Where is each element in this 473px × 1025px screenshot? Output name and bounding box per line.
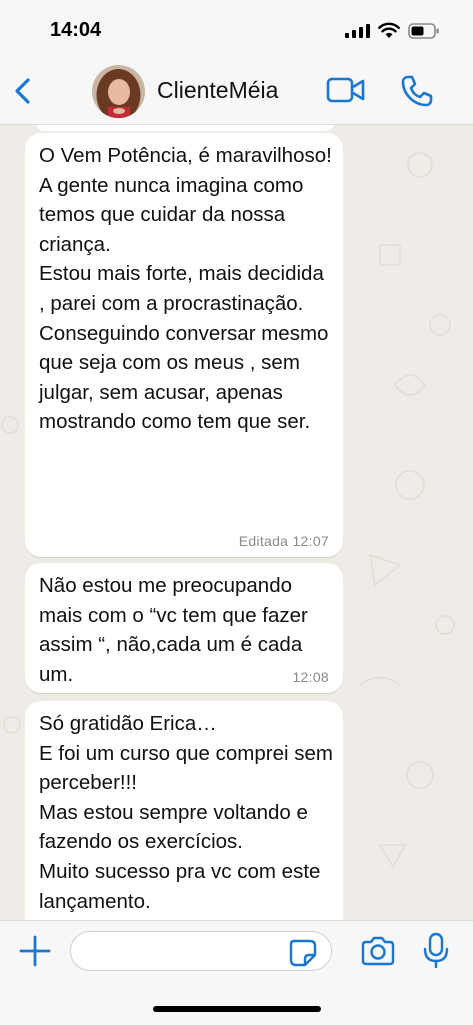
wifi-icon	[378, 22, 400, 38]
message-bubble[interactable]: O Vem Potência, é maravilhoso! A gente n…	[25, 133, 343, 557]
message-text: Só gratidão Erica… E foi um curso que co…	[39, 712, 333, 913]
message-bubble[interactable]: Só gratidão Erica… E foi um curso que co…	[25, 701, 343, 920]
video-camera-icon[interactable]	[326, 76, 366, 104]
message-text: O Vem Potência, é maravilhoso! A gente n…	[39, 144, 332, 434]
cellular-signal-icon	[345, 24, 370, 38]
phone-icon[interactable]	[400, 74, 434, 108]
chevron-left-icon[interactable]	[10, 74, 38, 108]
avatar[interactable]	[92, 65, 145, 118]
chat-header: ClienteMéia	[0, 60, 473, 125]
camera-icon[interactable]	[360, 936, 396, 966]
sticker-icon[interactable]	[288, 938, 318, 968]
chat-area[interactable]: O Vem Potência, é maravilhoso! A gente n…	[0, 125, 473, 920]
message-text: Não estou me preocupando mais com o “vc …	[39, 574, 308, 686]
composer-bar	[0, 920, 473, 1025]
message-timestamp: Editada 12:07	[238, 533, 329, 549]
status-bar: 14:04	[0, 0, 473, 60]
microphone-icon[interactable]	[422, 932, 450, 970]
home-indicator[interactable]	[153, 1006, 321, 1012]
message-bubble[interactable]: Não estou me preocupando mais com o “vc …	[25, 563, 343, 693]
status-time: 14:04	[50, 19, 102, 41]
message-timestamp: 12:08	[292, 669, 329, 685]
plus-icon[interactable]	[18, 934, 52, 968]
previous-message-bubble	[35, 125, 335, 131]
battery-icon	[408, 23, 439, 39]
contact-name[interactable]: ClienteMéia	[157, 77, 278, 104]
